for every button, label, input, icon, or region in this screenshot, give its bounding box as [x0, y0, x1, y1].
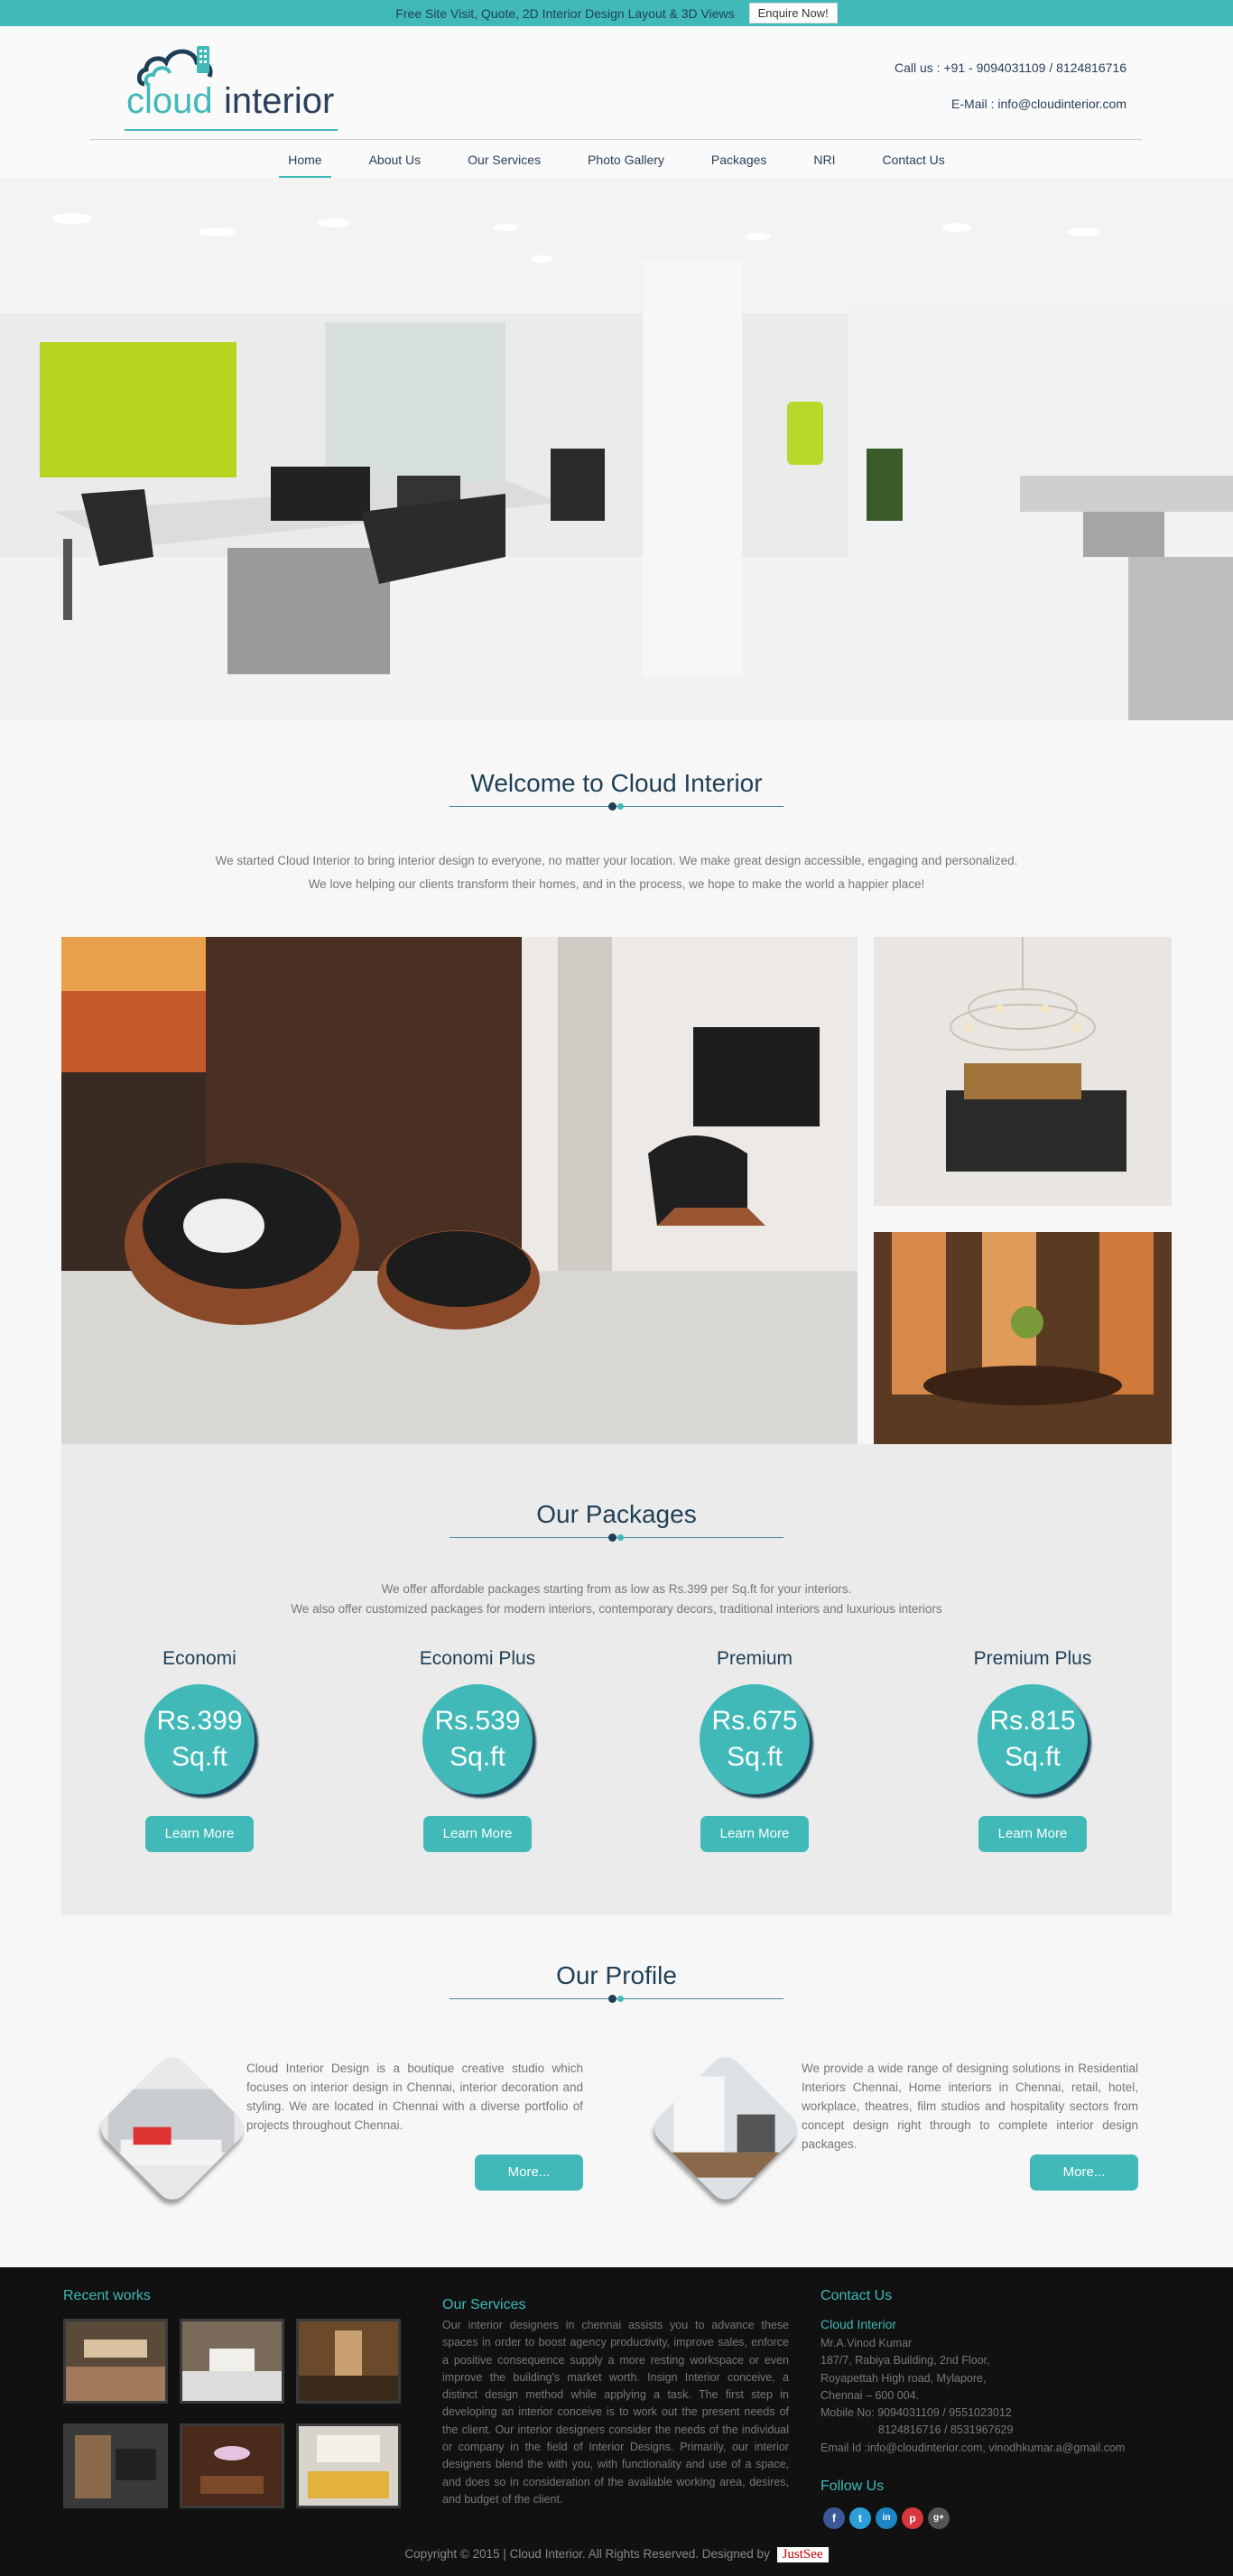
- logo-word-cloud: cloud: [126, 81, 213, 121]
- package-price: Rs.815: [989, 1706, 1076, 1736]
- footer-email[interactable]: Email Id :info@cloudinterior.com, vinodh…: [820, 2440, 1200, 2457]
- footer-mobile-1: Mobile No: 9094031109 / 9551023012: [820, 2406, 1012, 2420]
- package-premium-plus: Premium Plus Rs.815 Sq.ft Learn More: [951, 1648, 1114, 1852]
- profile-right-more-button[interactable]: More...: [1030, 2154, 1138, 2191]
- promo-bar: Free Site Visit, Quote, 2D Interior Desi…: [0, 0, 1233, 26]
- recent-work-thumb[interactable]: [180, 2319, 284, 2404]
- header-phone: Call us : +91 - 9094031109 / 8124816716: [894, 60, 1126, 75]
- welcome-text: We started Cloud Interior to bring inter…: [0, 849, 1233, 896]
- package-economi-plus: Economi Plus Rs.539 Sq.ft Learn More: [396, 1648, 559, 1852]
- package-name: Premium Plus: [973, 1648, 1092, 1669]
- package-price-badge: Rs.399 Sq.ft: [144, 1684, 255, 1794]
- enquire-now-button[interactable]: Enquire Now!: [748, 3, 838, 23]
- package-premium: Premium Rs.675 Sq.ft Learn More: [673, 1648, 836, 1852]
- recent-works-title: Recent works: [63, 2288, 151, 2303]
- follow-us-title: Follow Us: [820, 2479, 885, 2494]
- logo-underline: [125, 129, 338, 131]
- footer-services-title: Our Services: [442, 2297, 526, 2312]
- footer-services-text: Our interior designers in chennai assist…: [442, 2319, 789, 2506]
- package-name: Premium: [716, 1648, 793, 1669]
- promo-text: Free Site Visit, Quote, 2D Interior Desi…: [395, 5, 735, 21]
- gallery-dining-room-image: [874, 1232, 1172, 1445]
- nav-packages[interactable]: Packages: [688, 149, 790, 171]
- profile-left-text: Cloud Interior Design is a boutique crea…: [246, 2062, 583, 2132]
- recent-work-thumb[interactable]: [63, 2319, 168, 2404]
- packages-line-2: We also offer customized packages for mo…: [291, 1602, 942, 1616]
- welcome-line-1: We started Cloud Interior to bring inter…: [215, 854, 1018, 867]
- profile-divider: [450, 1994, 783, 2005]
- footer-company-name: Cloud Interior: [820, 2317, 897, 2331]
- hero-office-image: [0, 178, 1233, 720]
- nav-photo-gallery[interactable]: Photo Gallery: [564, 149, 688, 171]
- main-nav: Home About Us Our Services Photo Gallery…: [0, 149, 1233, 178]
- facebook-icon[interactable]: f: [823, 2507, 845, 2529]
- nav-nri[interactable]: NRI: [790, 149, 858, 171]
- pinterest-icon[interactable]: p: [902, 2507, 923, 2529]
- package-unit: Sq.ft: [727, 1742, 783, 1772]
- packages-text: We offer affordable packages starting fr…: [0, 1580, 1233, 1619]
- package-price-badge: Rs.815 Sq.ft: [978, 1684, 1088, 1794]
- learn-more-button[interactable]: Learn More: [978, 1816, 1087, 1852]
- gallery-living-room-image: [61, 937, 858, 1445]
- site-header: cloud interior Call us : +91 - 909403110…: [0, 26, 1233, 178]
- package-price: Rs.675: [711, 1706, 798, 1736]
- footer-address-line-3: Chennai – 600 004.: [820, 2388, 920, 2402]
- packages-divider: [450, 1533, 783, 1543]
- footer-mobile-2: 8124816716 / 8531967629: [878, 2423, 1014, 2437]
- nav-home[interactable]: Home: [264, 149, 345, 178]
- profile-right-image: [647, 2050, 804, 2207]
- package-price-badge: Rs.539 Sq.ft: [422, 1684, 533, 1794]
- gallery-chandelier-image: [874, 937, 1172, 1206]
- welcome-title: Welcome to Cloud Interior: [470, 769, 763, 797]
- recent-work-thumb[interactable]: [296, 2319, 401, 2404]
- footer-address-line-2: Royapettah High road, Mylapore,: [820, 2371, 987, 2385]
- welcome-line-2: We love helping our clients transform th…: [308, 877, 925, 891]
- header-divider: [90, 139, 1142, 140]
- nav-about-us[interactable]: About Us: [346, 149, 445, 171]
- copyright-text: Copyright © 2015 | Cloud Interior. All R…: [404, 2547, 770, 2561]
- package-unit: Sq.ft: [1005, 1742, 1061, 1772]
- nav-our-services[interactable]: Our Services: [444, 149, 564, 171]
- footer-person: Mr.A.Vinod Kumar: [820, 2337, 913, 2349]
- profile-title: Our Profile: [556, 1961, 677, 1989]
- package-price-badge: Rs.675 Sq.ft: [700, 1684, 810, 1794]
- recent-work-thumb[interactable]: [180, 2423, 284, 2508]
- package-price: Rs.539: [434, 1706, 521, 1736]
- profile-left-more-button[interactable]: More...: [475, 2154, 583, 2191]
- packages-line-1: We offer affordable packages starting fr…: [381, 1582, 852, 1596]
- package-economi: Economi Rs.399 Sq.ft Learn More: [118, 1648, 281, 1852]
- recent-work-thumb[interactable]: [296, 2423, 401, 2508]
- footer-address-line-1: 187/7, Rabiya Building, 2nd Floor,: [820, 2354, 990, 2368]
- package-name: Economi Plus: [419, 1648, 536, 1669]
- package-name: Economi: [162, 1648, 236, 1669]
- linkedin-icon[interactable]: in: [876, 2507, 897, 2529]
- packages-title: Our Packages: [536, 1500, 697, 1528]
- recent-work-thumb[interactable]: [63, 2423, 168, 2508]
- footer-address: Mr.A.Vinod Kumar 187/7, Rabiya Building,…: [820, 2335, 1200, 2457]
- learn-more-button[interactable]: Learn More: [145, 1816, 254, 1852]
- package-unit: Sq.ft: [450, 1742, 505, 1772]
- twitter-icon[interactable]: t: [849, 2507, 871, 2529]
- designer-logo[interactable]: JustSee: [776, 2547, 829, 2562]
- header-email[interactable]: E-Mail : info@cloudinterior.com: [895, 86, 1126, 122]
- footer-contact-title: Contact Us: [820, 2288, 893, 2303]
- google-plus-icon[interactable]: g+: [928, 2507, 950, 2529]
- logo[interactable]: cloud interior: [125, 41, 341, 131]
- learn-more-button[interactable]: Learn More: [700, 1816, 809, 1852]
- learn-more-button[interactable]: Learn More: [423, 1816, 532, 1852]
- welcome-divider: [450, 802, 783, 812]
- package-price: Rs.399: [156, 1706, 243, 1736]
- package-unit: Sq.ft: [172, 1742, 227, 1772]
- logo-word-interior: interior: [224, 81, 335, 121]
- profile-right-text: We provide a wide range of designing sol…: [802, 2062, 1138, 2151]
- copyright: Copyright © 2015 | Cloud Interior. All R…: [0, 2547, 1233, 2562]
- nav-contact-us[interactable]: Contact Us: [859, 149, 969, 171]
- header-contact: Call us : +91 - 9094031109 / 8124816716 …: [895, 50, 1126, 122]
- profile-left-image: [94, 2050, 251, 2207]
